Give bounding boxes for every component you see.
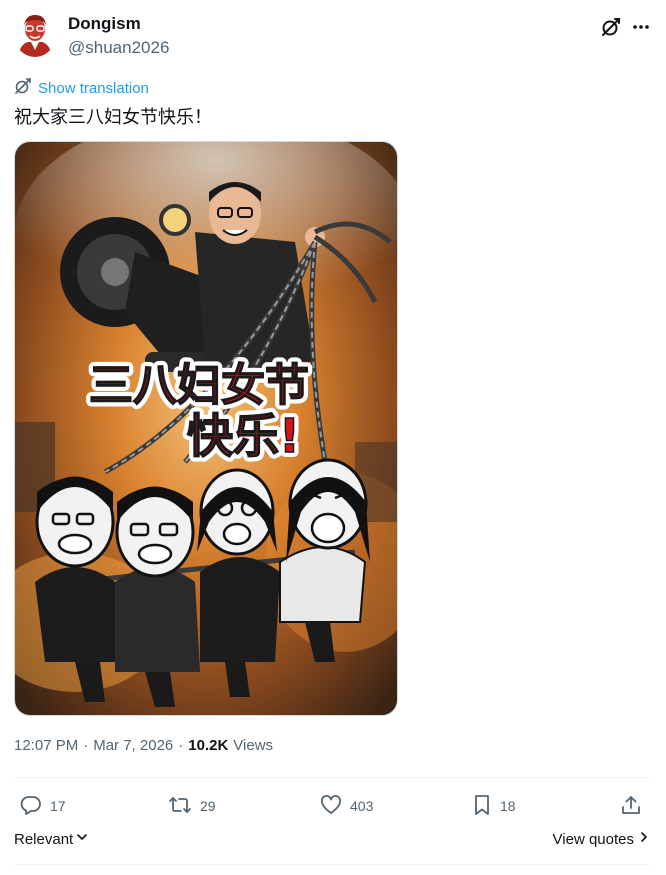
tweet-date[interactable]: Mar 7, 2026: [93, 737, 173, 754]
action-bar: 17 29 403 18: [14, 789, 650, 823]
like-button[interactable]: 403: [320, 789, 373, 823]
bookmark-icon: [472, 794, 492, 819]
share-icon: [620, 794, 642, 819]
tweet-meta: 12:07 PM · Mar 7, 2026 · 10.2K Views: [14, 737, 273, 754]
avatar[interactable]: [14, 12, 56, 57]
sort-label: Relevant: [14, 830, 74, 848]
tweet-header: Dongism @shuan2026: [14, 12, 654, 60]
reply-icon: [20, 794, 42, 819]
share-button[interactable]: [620, 789, 642, 823]
chevron-down-icon: [75, 830, 89, 848]
views-label: Views: [233, 737, 274, 754]
bookmark-button[interactable]: 18: [472, 789, 516, 823]
like-count: 403: [350, 798, 374, 814]
bookmark-count: 18: [500, 798, 516, 814]
tweet-text: 祝大家三八妇女节快乐！: [14, 107, 212, 128]
repost-count: 29: [200, 798, 216, 814]
reply-button[interactable]: 17: [20, 789, 66, 823]
more-horizontal-icon[interactable]: [628, 14, 654, 40]
divider: [14, 777, 650, 778]
repost-icon: [168, 794, 192, 819]
view-quotes-link[interactable]: View quotes: [553, 830, 650, 848]
views-count: 10.2K: [188, 737, 229, 754]
poster-title-line2: 快乐!: [187, 409, 300, 463]
repost-button[interactable]: 29: [168, 789, 216, 823]
avatar-illustration: [14, 12, 56, 57]
poster-title-line1: 三八妇女节: [89, 360, 309, 411]
meta-separator: ·: [178, 737, 184, 754]
meta-separator: ·: [83, 737, 89, 754]
chevron-right-icon: [638, 830, 650, 848]
poster-illustration: 三八妇女节 三八妇女节 快乐! 快乐!: [15, 142, 397, 715]
replies-controls: Relevant View quotes: [14, 830, 650, 854]
view-quotes-label: View quotes: [552, 830, 634, 848]
reply-count: 17: [50, 798, 66, 814]
translate-label: Show translation: [38, 80, 149, 97]
grok-slash-icon[interactable]: [598, 14, 624, 40]
divider: [14, 864, 650, 865]
author-handle[interactable]: @shuan2026: [68, 38, 169, 58]
translate-icon: [14, 77, 32, 100]
tweet-time[interactable]: 12:07 PM: [14, 737, 78, 754]
tweet-image[interactable]: 三八妇女节 三八妇女节 快乐! 快乐!: [14, 141, 398, 716]
author-name[interactable]: Dongism: [68, 14, 141, 34]
sort-dropdown[interactable]: Relevant: [14, 830, 89, 848]
show-translation-link[interactable]: Show translation: [14, 77, 149, 100]
heart-icon: [320, 794, 342, 819]
